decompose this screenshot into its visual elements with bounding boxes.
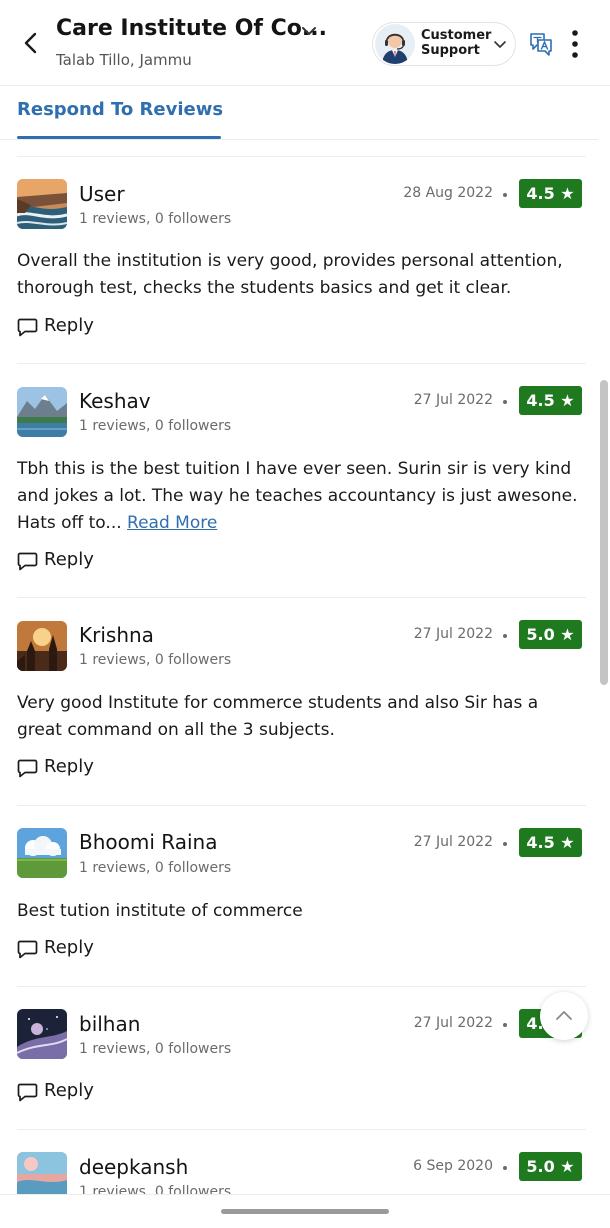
reviewer-name[interactable]: deepkansh	[79, 1155, 188, 1179]
reviewer-name[interactable]: Keshav	[79, 389, 151, 413]
reviewer-avatar[interactable]	[17, 179, 67, 229]
business-location: Talab Tillo, Jammu	[56, 51, 192, 69]
rating-badge: 5.0 ★	[519, 620, 582, 649]
app-header: Care Institute Of Co... Talab Tillo, Jam…	[0, 0, 610, 86]
rating-badge: 4.5 ★	[519, 386, 582, 415]
separator-dot	[503, 1023, 507, 1027]
tab-active-indicator	[17, 136, 221, 139]
business-name[interactable]: Care Institute Of Co...	[56, 16, 327, 41]
review-text: Overall the institution is very good, pr…	[17, 251, 563, 298]
review-text-body: Tbh this is the best tuition I have ever…	[17, 459, 578, 533]
reviewer-stats: 1 reviews, 0 followers	[79, 1041, 232, 1057]
tab-respond-to-reviews[interactable]: Respond To Reviews	[17, 99, 223, 120]
divider	[17, 1129, 586, 1130]
support-label-line2: Support	[421, 43, 480, 58]
reply-label: Reply	[44, 1080, 94, 1101]
reply-label: Reply	[44, 937, 94, 958]
reviewer-name[interactable]: Krishna	[79, 623, 154, 647]
reply-bubble-icon	[17, 940, 38, 959]
review-date: 28 Aug 2022	[403, 185, 493, 201]
review-date: 6 Sep 2020	[413, 1158, 493, 1174]
reviewer-name[interactable]: bilhan	[79, 1012, 140, 1036]
rating-badge: 4.5 ★	[519, 179, 582, 208]
reply-bubble-icon	[17, 318, 38, 337]
scrollbar-thumb[interactable]	[600, 380, 608, 685]
reviewer-avatar[interactable]	[17, 1152, 67, 1194]
divider	[17, 805, 586, 806]
reviewer-avatar[interactable]	[17, 387, 67, 437]
separator-dot	[503, 1166, 507, 1170]
reviewer-stats: 1 reviews, 0 followers	[79, 860, 232, 876]
reviewer-avatar[interactable]	[17, 828, 67, 878]
reply-label: Reply	[44, 549, 94, 570]
separator-dot	[503, 634, 507, 638]
translate-icon[interactable]	[528, 30, 554, 56]
reply-bubble-icon	[17, 1083, 38, 1102]
rating-badge: 4.5 ★	[519, 828, 582, 857]
reviewer-avatar[interactable]	[17, 621, 67, 671]
scroll-to-top-button[interactable]	[540, 992, 588, 1040]
divider	[17, 986, 586, 987]
support-agent-icon	[375, 24, 415, 64]
tab-bar: Respond To Reviews	[0, 86, 598, 140]
read-more-link[interactable]: Read More	[127, 513, 217, 533]
reviewer-stats: 1 reviews, 0 followers	[79, 211, 232, 227]
system-nav-bar	[0, 1194, 610, 1228]
divider	[17, 597, 586, 598]
chevron-down-icon	[491, 35, 509, 53]
review-item: deepkansh 1 reviews, 0 followers 6 Sep 2…	[0, 1129, 598, 1194]
review-text: Best tution institute of commerce	[17, 901, 303, 921]
review-text: Very good Institute for commerce student…	[17, 693, 539, 740]
review-date: 27 Jul 2022	[413, 392, 493, 408]
reviewer-name[interactable]: Bhoomi Raina	[79, 830, 217, 854]
chevron-up-icon	[556, 1011, 572, 1020]
reply-bubble-icon	[17, 552, 38, 571]
reply-label: Reply	[44, 756, 94, 777]
separator-dot	[503, 193, 507, 197]
review-date: 27 Jul 2022	[413, 834, 493, 850]
home-indicator[interactable]	[221, 1209, 389, 1214]
separator-dot	[503, 842, 507, 846]
review-date: 27 Jul 2022	[413, 626, 493, 642]
customer-support-button[interactable]: Customer Support	[372, 22, 516, 66]
divider	[17, 363, 586, 364]
chevron-down-icon[interactable]	[298, 20, 320, 42]
support-label: Customer Support	[421, 28, 491, 58]
more-vertical-icon[interactable]	[566, 28, 584, 60]
reviewer-avatar[interactable]	[17, 1009, 67, 1059]
review-date: 27 Jul 2022	[413, 1015, 493, 1031]
reply-bubble-icon	[17, 759, 38, 778]
rating-badge: 5.0 ★	[519, 1152, 582, 1181]
reviewer-name[interactable]: User	[79, 182, 125, 206]
reviewer-stats: 1 reviews, 0 followers	[79, 1184, 232, 1194]
reviewer-stats: 1 reviews, 0 followers	[79, 652, 232, 668]
support-label-line1: Customer	[421, 28, 492, 43]
separator-dot	[503, 400, 507, 404]
review-text: Tbh this is the best tuition I have ever…	[17, 456, 587, 537]
reviewer-stats: 1 reviews, 0 followers	[79, 418, 232, 434]
divider	[17, 156, 586, 157]
back-arrow-icon[interactable]	[18, 30, 44, 56]
reply-label: Reply	[44, 315, 94, 336]
